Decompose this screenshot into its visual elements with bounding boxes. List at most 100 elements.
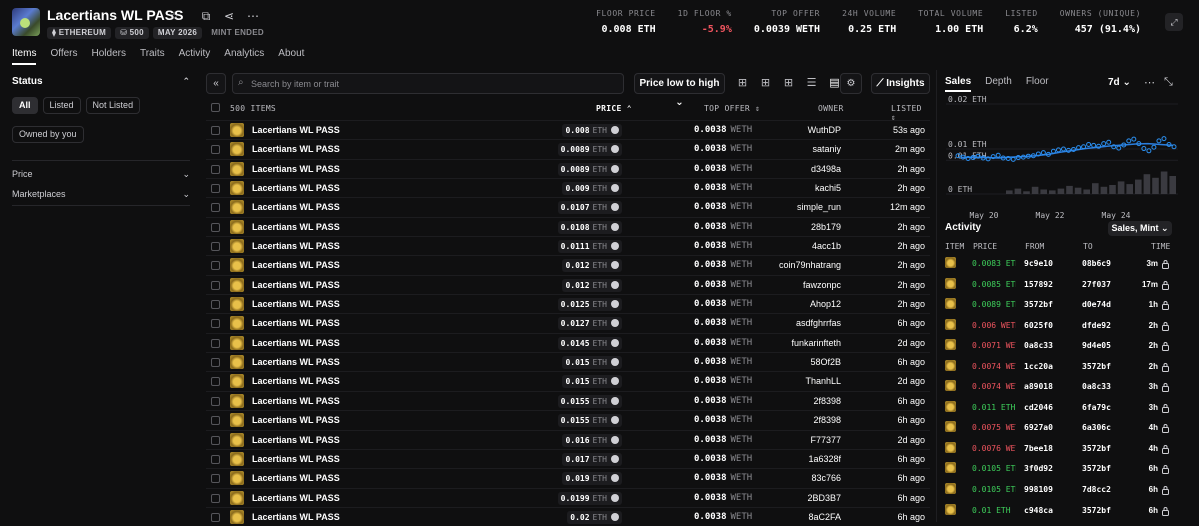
- tab-floor[interactable]: Floor: [1026, 76, 1049, 92]
- grid-small-icon[interactable]: ⊞: [782, 77, 795, 90]
- row-checkbox[interactable]: [211, 242, 220, 252]
- item-price[interactable]: 0.008 ETH: [562, 124, 622, 137]
- item-owner[interactable]: coin79nhatrang: [779, 260, 841, 270]
- item-name[interactable]: Lacertians WL PASS: [252, 415, 340, 425]
- item-owner[interactable]: 4acc1b: [812, 241, 841, 251]
- table-row[interactable]: Lacertians WL PASS 0.0145 ETH 0.0038 WETH fun…: [206, 332, 930, 352]
- item-name[interactable]: Lacertians WL PASS: [252, 241, 340, 251]
- activity-from[interactable]: c948ca: [1024, 506, 1053, 515]
- row-checkbox[interactable]: [211, 126, 220, 135]
- range-dropdown[interactable]: 7d ⌄: [1108, 77, 1131, 88]
- activity-to[interactable]: 3572bf: [1082, 444, 1111, 453]
- item-owner[interactable]: 58Of2B: [810, 357, 841, 367]
- row-checkbox[interactable]: [211, 319, 220, 329]
- owned-by-you-button[interactable]: Owned by you: [12, 126, 84, 143]
- item-name[interactable]: Lacertians WL PASS: [252, 376, 340, 386]
- tab-sales[interactable]: Sales: [945, 76, 972, 92]
- item-price[interactable]: 0.0145 ETH: [557, 336, 622, 350]
- table-row[interactable]: Lacertians WL PASS 0.008 ETH 0.0038 WETH Wuth…: [206, 120, 930, 139]
- item-price[interactable]: 0.0107 ETH: [557, 201, 622, 215]
- activity-to[interactable]: 27f037: [1082, 280, 1111, 289]
- item-name[interactable]: Lacertians WL PASS: [252, 183, 340, 193]
- activity-from[interactable]: cd2046: [1024, 403, 1053, 412]
- activity-to[interactable]: 3572bf: [1082, 362, 1111, 371]
- table-row[interactable]: Lacertians WL PASS 0.0107 ETH 0.0038 WETH sim…: [206, 197, 930, 216]
- row-checkbox[interactable]: [211, 435, 220, 445]
- activity-row[interactable]: 0.0083 ETH 9c9e10 08b6c9 3m: [944, 253, 1170, 274]
- activity-from[interactable]: 998109: [1024, 485, 1053, 494]
- item-price[interactable]: 0.0155 ETH: [557, 414, 622, 428]
- table-row[interactable]: Lacertians WL PASS 0.0199 ETH 0.0038 WETH 2BD…: [206, 487, 930, 507]
- tab-traits[interactable]: Traits: [140, 48, 165, 65]
- table-row[interactable]: Lacertians WL PASS 0.0155 ETH 0.0038 WETH 2f8…: [206, 410, 930, 429]
- item-price[interactable]: 0.0089 ETH: [557, 143, 622, 157]
- row-checkbox[interactable]: [211, 493, 220, 503]
- activity-to[interactable]: 9d4e05: [1082, 341, 1111, 350]
- item-name[interactable]: Lacertians WL PASS: [252, 299, 340, 309]
- table-row[interactable]: Lacertians WL PASS 0.017 ETH 0.0038 WETH 1a63…: [206, 448, 930, 468]
- table-row[interactable]: Lacertians WL PASS 0.0111 ETH 0.0038 WETH 4ac…: [206, 236, 930, 255]
- item-owner[interactable]: Ahop12: [810, 299, 841, 309]
- item-name[interactable]: Lacertians WL PASS: [252, 512, 340, 522]
- activity-to[interactable]: 3572bf: [1082, 506, 1111, 515]
- item-owner[interactable]: 2BD3B7: [807, 493, 841, 503]
- item-owner[interactable]: simple_run: [797, 202, 841, 212]
- item-owner[interactable]: d3498a: [811, 164, 841, 174]
- activity-to[interactable]: 6a306c: [1082, 423, 1111, 432]
- grid-large-icon[interactable]: ⊞: [736, 77, 749, 90]
- item-owner[interactable]: fawzonpc: [803, 280, 841, 290]
- item-name[interactable]: Lacertians WL PASS: [252, 318, 340, 328]
- item-price[interactable]: 0.016 ETH: [562, 433, 622, 447]
- item-owner[interactable]: 83c766: [811, 473, 841, 483]
- table-row[interactable]: Lacertians WL PASS 0.009 ETH 0.0038 WETH kach…: [206, 178, 930, 197]
- item-name[interactable]: Lacertians WL PASS: [252, 473, 340, 483]
- activity-row[interactable]: 0.006 WETH 6025f0 dfde92 2h: [944, 315, 1170, 336]
- tab-activity[interactable]: Activity: [179, 48, 211, 65]
- activity-from[interactable]: 0a8c33: [1024, 341, 1053, 350]
- marketplaces-filter[interactable]: Marketplaces ⌄: [12, 184, 190, 204]
- sort-dropdown[interactable]: Price low to high ⌄: [634, 73, 725, 108]
- table-row[interactable]: Lacertians WL PASS 0.0089 ETH 0.0038 WETH sat…: [206, 139, 930, 158]
- item-name[interactable]: Lacertians WL PASS: [252, 493, 340, 503]
- item-price[interactable]: 0.0125 ETH: [557, 298, 622, 312]
- star-icon[interactable]: ☆: [167, 9, 181, 23]
- expand-icon[interactable]: ⤢: [1165, 13, 1183, 31]
- table-row[interactable]: Lacertians WL PASS 0.0125 ETH 0.0038 WETH Aho…: [206, 294, 930, 313]
- item-price[interactable]: 0.009 ETH: [562, 182, 622, 196]
- item-owner[interactable]: WuthDP: [808, 125, 841, 135]
- item-name[interactable]: Lacertians WL PASS: [252, 454, 340, 464]
- activity-to[interactable]: 6fa79c: [1082, 403, 1111, 412]
- item-owner[interactable]: asdfghrrfas: [796, 318, 841, 328]
- row-checkbox[interactable]: [211, 474, 220, 484]
- status-section-header[interactable]: Status ⌃: [12, 73, 190, 89]
- activity-to[interactable]: 7d8cc2: [1082, 485, 1111, 494]
- activity-to[interactable]: 0a8c33: [1082, 382, 1111, 391]
- item-price[interactable]: 0.015 ETH: [562, 356, 622, 370]
- status-filter-listed[interactable]: Listed: [42, 97, 81, 114]
- activity-from[interactable]: 3f0d92: [1024, 464, 1053, 473]
- activity-from[interactable]: 6025f0: [1024, 321, 1053, 330]
- collapse-icon[interactable]: ⤡: [1164, 76, 1173, 89]
- search-box[interactable]: ⌕: [232, 73, 624, 94]
- activity-row[interactable]: 0.011 ETH cd2046 6fa79c 3h: [944, 397, 1170, 418]
- activity-from[interactable]: a89018: [1024, 382, 1053, 391]
- table-row[interactable]: Lacertians WL PASS 0.015 ETH 0.0038 WETH Than…: [206, 371, 930, 390]
- tab-depth[interactable]: Depth: [985, 76, 1012, 92]
- copy-icon[interactable]: ⧉: [199, 9, 213, 23]
- row-checkbox[interactable]: [211, 203, 220, 213]
- activity-to[interactable]: 3572bf: [1082, 464, 1111, 473]
- row-checkbox[interactable]: [211, 300, 220, 310]
- table-row[interactable]: Lacertians WL PASS 0.0155 ETH 0.0038 WETH 2f8…: [206, 390, 930, 410]
- activity-to[interactable]: dfde92: [1082, 321, 1111, 330]
- item-price[interactable]: 0.0089 ETH: [557, 162, 622, 176]
- collapse-sidebar-button[interactable]: «: [206, 73, 226, 94]
- item-price[interactable]: 0.017 ETH: [562, 452, 622, 466]
- activity-row[interactable]: 0.0076 WETH 7bee18 3572bf 4h: [944, 438, 1170, 459]
- table-row[interactable]: Lacertians WL PASS 0.0127 ETH 0.0038 WETH asd…: [206, 313, 930, 332]
- activity-from[interactable]: 3572bf: [1024, 300, 1053, 309]
- activity-row[interactable]: 0.0105 ETH 998109 7d8cc2 6h: [944, 479, 1170, 500]
- row-checkbox[interactable]: [211, 358, 220, 368]
- table-row[interactable]: Lacertians WL PASS 0.02 ETH 0.0038 WETH 8aC2F…: [206, 506, 930, 526]
- activity-row[interactable]: 0.0074 WETH a89018 0a8c33 3h: [944, 376, 1170, 397]
- table-row[interactable]: Lacertians WL PASS 0.012 ETH 0.0038 WETH fawz…: [206, 274, 930, 294]
